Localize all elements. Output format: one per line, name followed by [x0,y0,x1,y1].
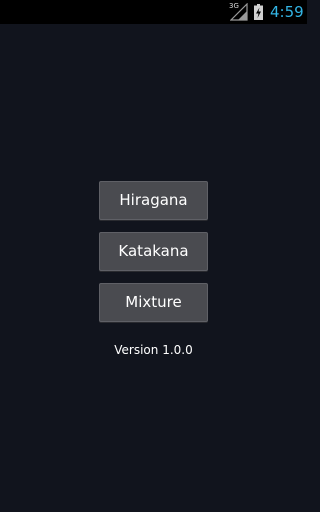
version-label: Version 1.0.0 [114,343,193,357]
mixture-button[interactable]: Mixture [99,283,208,322]
status-bar: 3G 4:59 [0,0,307,24]
mode-menu: Hiragana Katakana Mixture [99,181,208,334]
battery-charging-icon [254,4,263,20]
signal-strength-icon [230,3,248,21]
hiragana-button[interactable]: Hiragana [99,181,208,220]
status-clock: 4:59 [270,3,304,21]
katakana-button[interactable]: Katakana [99,232,208,271]
app-screen: 3G 4:59 Hiragana Katakana Mixture Versio… [0,0,307,512]
